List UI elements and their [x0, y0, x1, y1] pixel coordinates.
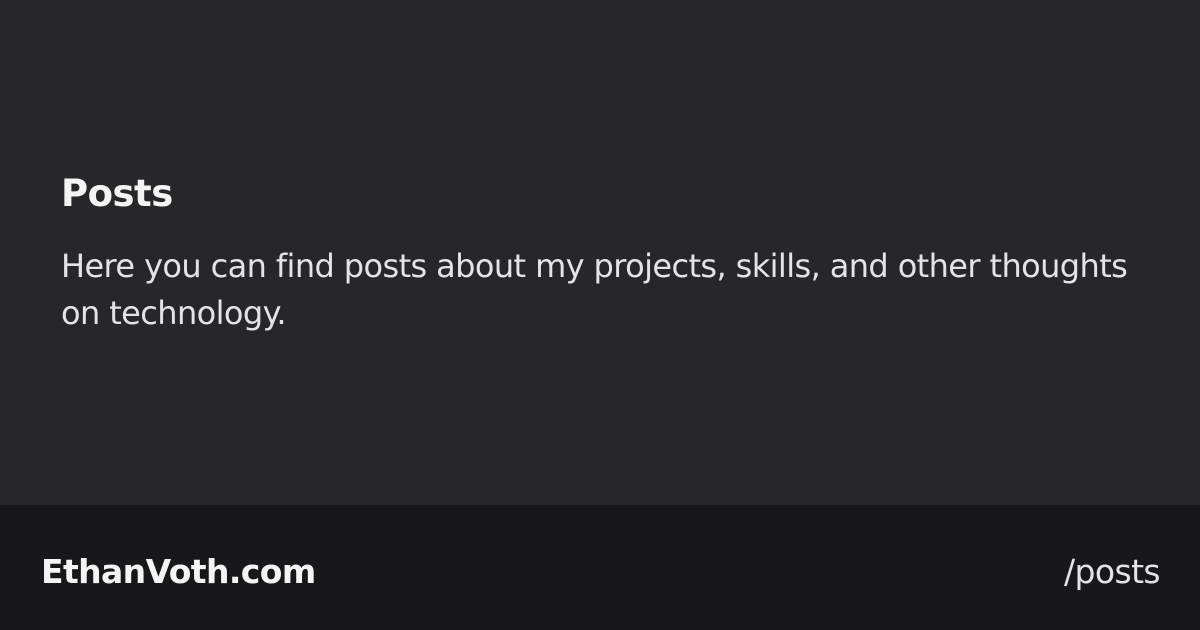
page-title: Posts	[61, 172, 173, 215]
page-path: /posts	[1064, 552, 1161, 591]
content: Posts Here you can find posts about my p…	[61, 172, 1141, 337]
site-name: EthanVoth.com	[41, 552, 316, 591]
page-description: Here you can find posts about my project…	[61, 247, 1128, 332]
footer: EthanVoth.com /posts	[0, 505, 1200, 630]
